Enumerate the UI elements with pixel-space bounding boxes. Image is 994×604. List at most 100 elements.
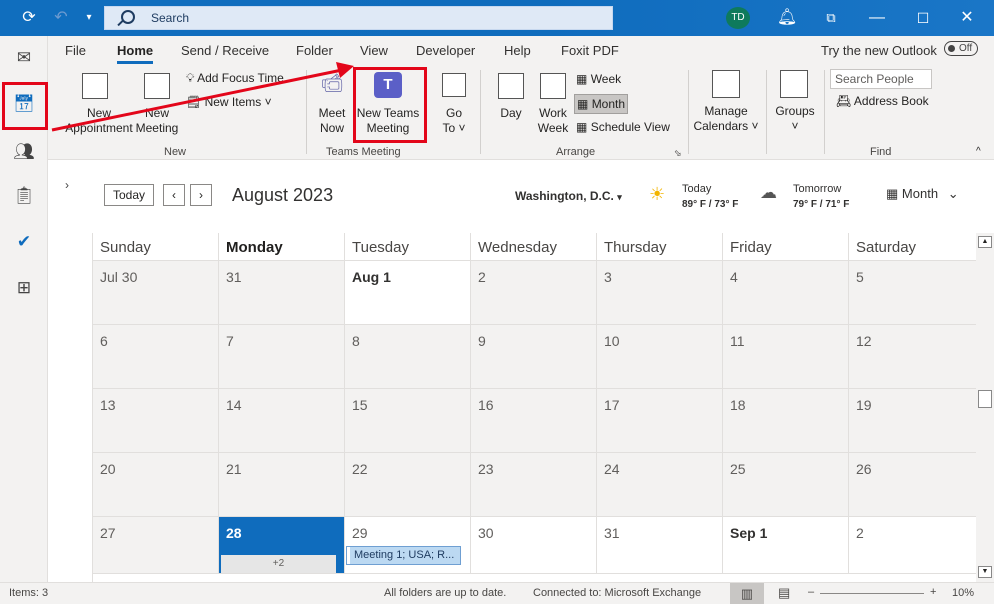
close-icon[interactable]: ✕ bbox=[952, 0, 982, 36]
menu-folder[interactable]: Folder bbox=[296, 43, 333, 58]
menu-foxit-pdf[interactable]: Foxit PDF bbox=[561, 43, 619, 58]
day-cell[interactable]: 8 bbox=[345, 325, 471, 389]
day-cell[interactable]: 22 bbox=[345, 453, 471, 517]
day-cell[interactable]: 31 bbox=[597, 517, 723, 574]
go-to-button[interactable]: Go To ˅ bbox=[436, 106, 472, 136]
month-view-button[interactable]: ▦ Month bbox=[574, 94, 629, 114]
day-cell[interactable]: 13 bbox=[93, 389, 219, 453]
expand-folder-pane-icon[interactable]: › bbox=[65, 178, 69, 192]
work-week-button[interactable]: Work Week bbox=[534, 106, 572, 136]
day-number: Jul 30 bbox=[100, 269, 138, 285]
day-header-tuesday: Tuesday bbox=[345, 233, 471, 261]
week-view-button[interactable]: ▦ Week bbox=[576, 72, 621, 86]
day-cell[interactable]: 6 bbox=[93, 325, 219, 389]
day-cell[interactable]: 9 bbox=[471, 325, 597, 389]
mail-icon[interactable]: ✉ bbox=[0, 42, 48, 74]
day-cell[interactable]: 20 bbox=[93, 453, 219, 517]
location-selector[interactable]: Washington, D.C. ▾ bbox=[515, 189, 622, 203]
day-cell[interactable]: 7 bbox=[219, 325, 345, 389]
day-cell[interactable]: Sep 1 bbox=[723, 517, 849, 574]
dialog-launcher-icon[interactable]: ⬂ bbox=[674, 148, 682, 159]
day-cell[interactable]: 31 bbox=[219, 261, 345, 325]
day-cell[interactable]: 18 bbox=[723, 389, 849, 453]
day-cell[interactable]: 24 bbox=[597, 453, 723, 517]
day-cell[interactable]: 26 bbox=[849, 453, 977, 517]
tasks-icon[interactable]: 📋︎ bbox=[0, 180, 48, 212]
day-cell[interactable]: 27 bbox=[93, 517, 219, 574]
menu-help[interactable]: Help bbox=[504, 43, 531, 58]
zoom-slider-track[interactable] bbox=[820, 593, 924, 594]
today-button[interactable]: Today bbox=[104, 184, 154, 206]
previous-month-button[interactable]: ‹ bbox=[163, 184, 185, 206]
schedule-view-button[interactable]: ▦ Schedule View bbox=[576, 120, 670, 134]
manage-calendars-button[interactable]: Manage Calendars ˅ bbox=[688, 104, 764, 134]
day-cell[interactable]: 4 bbox=[723, 261, 849, 325]
work-week-label-2: Week bbox=[537, 121, 569, 135]
new-outlook-toggle[interactable]: Off bbox=[944, 41, 978, 56]
day-number: 15 bbox=[352, 397, 368, 413]
menu-developer[interactable]: Developer bbox=[416, 43, 475, 58]
weather-tomorrow[interactable]: Tomorrow 79° F / 71° F bbox=[793, 182, 849, 212]
more-items-indicator[interactable]: +2 bbox=[221, 555, 336, 573]
day-cell[interactable]: 16 bbox=[471, 389, 597, 453]
menu-view[interactable]: View bbox=[360, 43, 388, 58]
day-cell[interactable]: 21 bbox=[219, 453, 345, 517]
minimize-icon[interactable]: — bbox=[862, 0, 892, 36]
day-view-button[interactable]: Day bbox=[494, 106, 528, 121]
vertical-scrollbar[interactable]: ▲ ▼ bbox=[976, 233, 994, 582]
day-cell[interactable]: 29 Meeting 1; USA; R... bbox=[345, 517, 471, 574]
day-cell[interactable]: 14 bbox=[219, 389, 345, 453]
day-cell[interactable]: 12 bbox=[849, 325, 977, 389]
day-cell[interactable]: 2 bbox=[471, 261, 597, 325]
menu-home[interactable]: Home bbox=[117, 43, 154, 64]
next-month-button[interactable]: › bbox=[190, 184, 212, 206]
scroll-down-arrow[interactable]: ▼ bbox=[978, 566, 992, 578]
undo-icon[interactable]: ↶ bbox=[46, 0, 76, 36]
normal-view-icon[interactable]: ▥ bbox=[730, 583, 764, 604]
calendar-nav-row: Today ‹ › August 2023 Washington, D.C. ▾… bbox=[94, 180, 984, 210]
manage-calendars-label-2: Calendars ˅ bbox=[693, 119, 759, 133]
collapse-ribbon-icon[interactable]: ^ bbox=[976, 146, 981, 157]
group-new-label: New bbox=[164, 146, 187, 158]
calendar-event[interactable]: Meeting 1; USA; R... bbox=[346, 546, 461, 565]
scroll-thumb[interactable] bbox=[978, 390, 992, 408]
todo-icon[interactable]: ✔ bbox=[0, 226, 48, 258]
day-cell[interactable]: Jul 30 bbox=[93, 261, 219, 325]
day-number: 3 bbox=[604, 269, 612, 285]
menu-file[interactable]: File bbox=[65, 43, 86, 58]
day-cell[interactable]: 23 bbox=[471, 453, 597, 517]
ribbon-display-icon[interactable]: ⧉ bbox=[816, 0, 846, 36]
bell-icon[interactable]: 🔔︎ bbox=[772, 0, 802, 36]
scroll-up-arrow[interactable]: ▲ bbox=[978, 236, 992, 248]
address-book-button[interactable]: 📇︎ Address Book bbox=[836, 94, 929, 108]
menu-send-receive[interactable]: Send / Receive bbox=[181, 43, 269, 58]
day-cell[interactable]: 17 bbox=[597, 389, 723, 453]
groups-button[interactable]: Groups ˅ bbox=[772, 104, 818, 134]
day-cell[interactable]: 5 bbox=[849, 261, 977, 325]
day-cell[interactable]: 30 bbox=[471, 517, 597, 574]
day-cell[interactable]: 11 bbox=[723, 325, 849, 389]
search-box[interactable]: Search bbox=[104, 6, 613, 30]
day-cell[interactable]: 10 bbox=[597, 325, 723, 389]
apps-icon[interactable]: ⊞ bbox=[0, 272, 48, 304]
maximize-icon[interactable]: ☐ bbox=[908, 0, 938, 36]
day-cell[interactable]: 19 bbox=[849, 389, 977, 453]
day-number: 20 bbox=[100, 461, 116, 477]
day-cell[interactable]: 28 +2 bbox=[219, 517, 345, 574]
search-people-input[interactable]: Search People bbox=[830, 69, 932, 89]
people-icon[interactable]: 👥︎ bbox=[0, 136, 48, 168]
view-selector[interactable]: ▦ Month ⌄ bbox=[886, 186, 959, 202]
zoom-in-icon[interactable]: + bbox=[930, 586, 936, 598]
zoom-out-icon[interactable]: – bbox=[808, 586, 814, 598]
reading-view-icon[interactable]: ▤ bbox=[778, 585, 790, 601]
day-number: 30 bbox=[478, 525, 494, 541]
day-cell[interactable]: 15 bbox=[345, 389, 471, 453]
avatar[interactable]: TD bbox=[726, 7, 750, 29]
day-cell[interactable]: 2 bbox=[849, 517, 977, 574]
quick-access-dropdown-icon[interactable]: ▾ bbox=[74, 0, 104, 36]
sync-icon[interactable]: ⟳ bbox=[14, 0, 44, 36]
day-cell[interactable]: 3 bbox=[597, 261, 723, 325]
day-cell[interactable]: Aug 1 bbox=[345, 261, 471, 325]
day-cell[interactable]: 25 bbox=[723, 453, 849, 517]
weather-today[interactable]: Today 89° F / 73° F bbox=[682, 182, 738, 212]
